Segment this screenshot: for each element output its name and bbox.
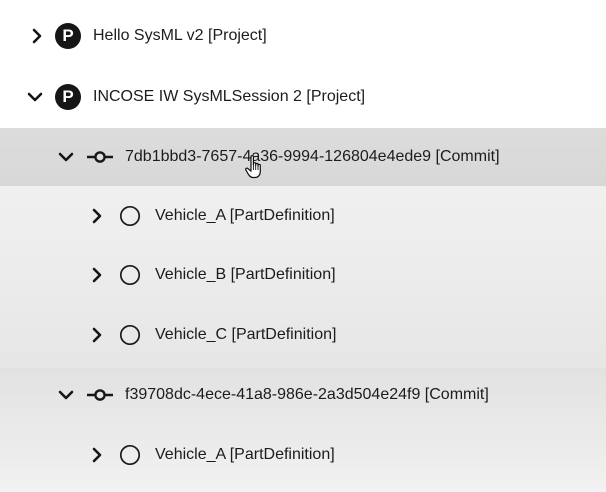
tree-item-label: INCOSE IW SysMLSession 2 [Project]: [93, 88, 366, 105]
tree-item-project[interactable]: P Hello SysML v2 [Project]: [0, 16, 606, 56]
chevron-right-icon[interactable]: [89, 267, 105, 283]
chevron-right-icon[interactable]: [89, 208, 105, 224]
tree-item-label: Vehicle_A [PartDefinition]: [155, 207, 335, 224]
circle-icon: [119, 324, 141, 346]
tree-item-part-definition[interactable]: Vehicle_B [PartDefinition]: [0, 255, 606, 295]
chevron-right-icon[interactable]: [89, 447, 105, 463]
tree-item-commit[interactable]: f39708dc-4ece-41a8-986e-2a3d504e24f9 [Co…: [0, 375, 606, 415]
circle-icon: [119, 205, 141, 227]
tree-item-label: Vehicle_C [PartDefinition]: [155, 326, 337, 343]
tree-item-commit[interactable]: 7db1bbd3-7657-4a36-9994-126804e4ede9 [Co…: [0, 137, 606, 177]
chevron-down-icon[interactable]: [58, 387, 74, 403]
project-tree: P Hello SysML v2 [Project] P INCOSE IW S…: [0, 0, 606, 492]
chevron-down-icon[interactable]: [27, 89, 43, 105]
tree-item-label: 7db1bbd3-7657-4a36-9994-126804e4ede9 [Co…: [125, 148, 500, 165]
circle-icon: [119, 264, 141, 286]
tree-item-label: Vehicle_A [PartDefinition]: [155, 446, 335, 463]
tree-item-project[interactable]: P INCOSE IW SysMLSession 2 [Project]: [0, 77, 606, 117]
circle-icon: [119, 444, 141, 466]
hand-pointer-cursor: [244, 154, 266, 180]
tree-item-part-definition[interactable]: Vehicle_C [PartDefinition]: [0, 315, 606, 355]
chevron-right-icon[interactable]: [29, 28, 45, 44]
chevron-down-icon[interactable]: [58, 149, 74, 165]
tree-item-label: f39708dc-4ece-41a8-986e-2a3d504e24f9 [Co…: [125, 386, 489, 403]
project-badge-icon: P: [55, 23, 81, 49]
tree-item-part-definition[interactable]: Vehicle_A [PartDefinition]: [0, 196, 606, 236]
project-badge-icon: P: [55, 84, 81, 110]
tree-item-label: Hello SysML v2 [Project]: [93, 27, 267, 44]
chevron-right-icon[interactable]: [89, 327, 105, 343]
tree-item-label: Vehicle_B [PartDefinition]: [155, 266, 336, 283]
commit-icon: [86, 387, 114, 403]
tree-item-part-definition[interactable]: Vehicle_A [PartDefinition]: [0, 435, 606, 475]
commit-icon: [86, 149, 114, 165]
